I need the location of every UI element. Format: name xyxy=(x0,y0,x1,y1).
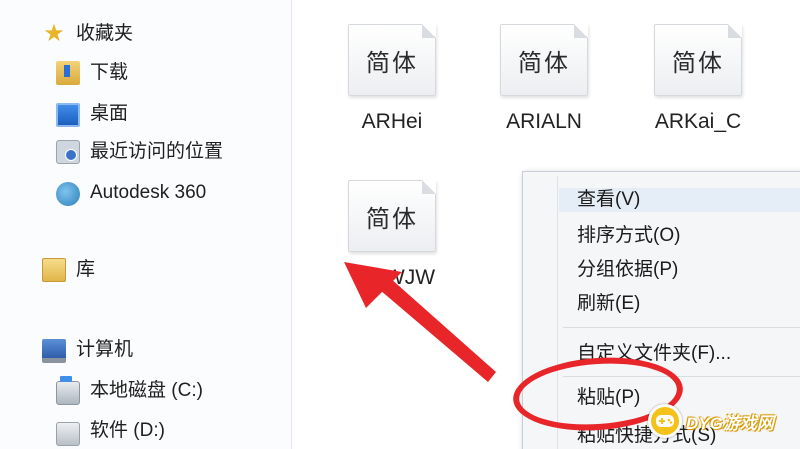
menu-item-view[interactable]: 查看(V) xyxy=(559,188,800,212)
autodesk-cloud-icon xyxy=(56,182,80,206)
drive-icon xyxy=(56,422,80,446)
menu-item-group-by[interactable]: 分组依据(P) xyxy=(577,258,678,282)
nav-item-drive-d[interactable]: 软件 (D:) xyxy=(56,416,165,446)
nav-item-label: 本地磁盘 (C:) xyxy=(90,379,203,401)
nav-item-favorites[interactable]: ★ 收藏夹 xyxy=(42,22,133,46)
nav-item-desktop[interactable]: 桌面 xyxy=(56,100,128,127)
nav-item-label: 下载 xyxy=(90,62,129,83)
file-name: ARKai_C xyxy=(654,110,742,133)
font-file-arkai-c[interactable]: 简体 ARKai_C xyxy=(650,24,746,134)
nav-item-drive-c[interactable]: 本地磁盘 (C:) xyxy=(56,376,203,405)
recent-places-icon xyxy=(56,140,80,164)
nav-item-recent-places[interactable]: 最近访问的位置 xyxy=(56,140,223,164)
nav-item-computer[interactable]: 计算机 xyxy=(42,337,133,363)
font-file-icon: 简体 xyxy=(348,180,436,252)
system-drive-icon xyxy=(56,376,80,405)
nav-item-label: 最近访问的位置 xyxy=(90,141,224,162)
font-file-arhei[interactable]: 简体 ARHei xyxy=(344,24,440,134)
nav-item-label: Autodesk 360 xyxy=(90,181,207,203)
nav-item-label: 库 xyxy=(76,259,96,280)
file-name: ARIALN xyxy=(506,110,582,133)
nav-item-label: 桌面 xyxy=(90,102,129,124)
file-name: ARHei xyxy=(361,110,423,133)
arrow-shaft xyxy=(380,278,496,382)
nav-item-label: 收藏夹 xyxy=(76,23,134,44)
star-icon: ★ xyxy=(43,20,65,47)
downloads-folder-icon xyxy=(56,61,80,85)
gamepad-logo-icon xyxy=(648,404,682,438)
nav-item-downloads[interactable]: 下载 xyxy=(56,61,128,85)
libraries-icon xyxy=(42,258,66,282)
nav-item-label: 软件 (D:) xyxy=(90,420,165,441)
font-file-arialn[interactable]: 简体 ARIALN xyxy=(496,24,592,134)
nav-item-label: 计算机 xyxy=(76,339,134,360)
nav-item-autodesk-360[interactable]: Autodesk 360 xyxy=(56,179,206,206)
watermark: DYG游戏网 xyxy=(648,404,774,438)
font-preview-glyph: 简体 xyxy=(366,49,418,77)
watermark-text: DYG游戏网 xyxy=(686,413,774,433)
font-file-icon: 简体 xyxy=(654,24,742,96)
computer-icon xyxy=(42,339,66,363)
font-preview-glyph: 简体 xyxy=(672,49,724,77)
desktop-icon xyxy=(56,103,80,127)
menu-item-refresh[interactable]: 刷新(E) xyxy=(577,292,640,316)
nav-item-libraries[interactable]: 库 xyxy=(42,258,95,282)
font-file-icon: 简体 xyxy=(500,24,588,96)
font-preview-glyph: 简体 xyxy=(518,49,570,77)
font-preview-glyph: 简体 xyxy=(366,205,418,233)
menu-separator xyxy=(563,327,800,328)
font-file-icon: 简体 xyxy=(348,24,436,96)
menu-item-sort-by[interactable]: 排序方式(O) xyxy=(577,224,680,248)
navigation-pane: ★ 收藏夹 下载 桌面 最近访问的位置 Autodesk 360 库 计算机 本… xyxy=(0,0,292,449)
annotation-arrow xyxy=(344,262,496,382)
